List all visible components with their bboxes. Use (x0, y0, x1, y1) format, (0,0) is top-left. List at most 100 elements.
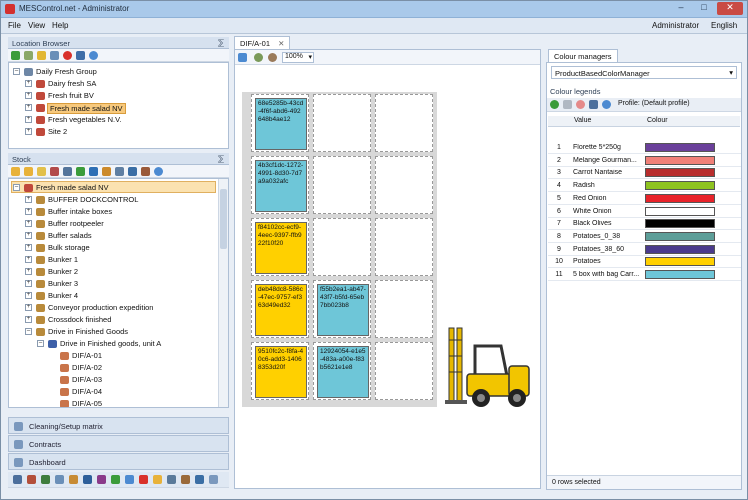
save-icon[interactable] (128, 167, 137, 176)
expand-icon[interactable]: + (25, 220, 32, 227)
tree-item[interactable]: + Bunker 2 (9, 266, 214, 278)
expand-icon[interactable]: + (25, 280, 32, 287)
expand-icon[interactable]: + (25, 80, 32, 87)
rack-slot[interactable] (375, 94, 433, 152)
expand-icon[interactable]: + (25, 92, 32, 99)
colour-swatch[interactable] (645, 219, 715, 229)
rack-slot[interactable]: 4b3cf1dc-1272-4991-8d30-7d7a9a032afc (251, 156, 309, 214)
accordion-dashboard[interactable]: Dashboard (8, 453, 229, 470)
maximize-button[interactable]: □ (694, 2, 714, 15)
tree-item[interactable]: DIF/A-03 (9, 374, 214, 386)
legend-row[interactable]: 9 Potatoes_38_60 (548, 244, 741, 256)
collapse-icon[interactable]: – (25, 328, 32, 335)
colour-swatch[interactable] (645, 143, 715, 152)
expand-icon[interactable]: + (25, 304, 32, 311)
scrollbar-thumb[interactable] (220, 189, 227, 249)
edit-icon[interactable] (24, 51, 33, 60)
tree-item[interactable]: + Buffer intake boxes (9, 206, 214, 218)
colour-swatch[interactable] (645, 168, 715, 178)
filter-icon[interactable] (89, 167, 98, 176)
tree-item[interactable]: – Drive in Finished Goods (9, 326, 214, 338)
legend-row[interactable]: 1 Florette 5*250g (548, 142, 741, 154)
rack-slot[interactable]: deb48dc8-586c-47ec-9757-ef363d49ed32 (251, 280, 309, 338)
language-menu[interactable]: English (711, 21, 737, 30)
menu-help[interactable]: Help (52, 21, 68, 30)
expand-icon[interactable]: + (25, 116, 32, 123)
expand-icon[interactable]: + (25, 244, 32, 251)
colour-swatch[interactable] (645, 270, 715, 279)
legend-row[interactable]: 3 Carrot Nantaise (548, 167, 741, 180)
copy-icon[interactable] (50, 51, 59, 60)
close-window-button[interactable]: ✕ (717, 2, 743, 15)
colour-swatch[interactable] (645, 244, 715, 254)
tree-item[interactable]: – Drive in Finished goods, unit A (9, 338, 214, 350)
shortcut-icon[interactable] (55, 475, 64, 484)
collapse-icon[interactable]: – (13, 68, 20, 75)
tree-item[interactable]: DIF/A-02 (9, 362, 214, 374)
tree-item[interactable]: + Buffer salads (9, 230, 214, 242)
pin-icon[interactable]: ⅀ (218, 38, 224, 47)
legend-row[interactable]: 11 5 box with bag Carr... (548, 269, 741, 281)
expand-icon[interactable]: + (25, 208, 32, 215)
accordion-cleaning-setup-matrix[interactable]: Cleaning/Setup matrix (8, 417, 229, 434)
pallet-card[interactable]: 68e5285b-43cd-4f6f-abd6-492648b4ae12 (255, 98, 307, 150)
shortcut-icon[interactable] (195, 475, 204, 484)
collapse-icon[interactable]: – (37, 340, 44, 347)
rack-slot[interactable]: f84102cc-ecf9-4eec-9397-ffb922f10f20 (251, 218, 309, 276)
rack-slot[interactable] (375, 218, 433, 276)
colour-manager-select[interactable]: ProductBasedColorManager ▾ (551, 66, 737, 79)
zoom-in-icon[interactable] (254, 53, 263, 62)
pallet-card[interactable]: f55b2ea1-ab47-43f7-b5fd-65eb7bb023b8 (317, 284, 369, 336)
menu-file[interactable]: File (8, 21, 21, 30)
refresh-icon[interactable] (154, 167, 163, 176)
move-icon[interactable] (63, 167, 72, 176)
refresh-icon[interactable] (602, 100, 611, 109)
shortcut-icon[interactable] (83, 475, 92, 484)
colour-swatch[interactable] (645, 206, 715, 216)
shortcut-icon[interactable] (125, 475, 134, 484)
colour-swatch[interactable] (645, 155, 715, 165)
delete-icon[interactable] (63, 51, 72, 60)
shortcut-icon[interactable] (139, 475, 148, 484)
tab-dif-a-01[interactable]: DIF/A-01 ✕ (234, 36, 291, 49)
legend-row[interactable]: 2 Melange Gourman... (548, 155, 741, 167)
pallet-icon[interactable] (50, 167, 59, 176)
pallet-card[interactable]: f84102cc-ecf9-4eec-9397-ffb922f10f20 (255, 222, 307, 274)
tree-item[interactable]: + Bunker 3 (9, 278, 214, 290)
rack-slot[interactable] (375, 280, 433, 338)
legend-row[interactable]: 5 Red Onion (548, 193, 741, 205)
box-icon[interactable] (102, 167, 111, 176)
tree-item[interactable]: + Bulk storage (9, 242, 214, 254)
tree-item[interactable]: DIF/A-01 (9, 350, 214, 362)
expand-icon[interactable]: + (25, 104, 32, 111)
shortcut-icon[interactable] (209, 475, 218, 484)
shortcut-icon[interactable] (13, 475, 22, 484)
shortcut-icon[interactable] (153, 475, 162, 484)
folder-add-icon[interactable] (37, 167, 46, 176)
rack-slot[interactable]: 9510fc2c-f8fa-40c6-add3-14068353d20f (251, 342, 309, 400)
accordion-contracts[interactable]: Contracts (8, 435, 229, 452)
tree-item[interactable]: + Bunker 1 (9, 254, 214, 266)
zoom-select[interactable]: 100% ▾ (282, 52, 314, 63)
legend-row[interactable]: 7 Black Olives (548, 218, 741, 231)
expand-icon[interactable]: + (25, 128, 32, 135)
pallet-card[interactable]: deb48dc8-586c-47ec-9757-ef363d49ed32 (255, 284, 307, 336)
rack-slot[interactable] (313, 218, 371, 276)
folder-icon[interactable] (11, 167, 20, 176)
tree-item[interactable]: DIF/A-05 (9, 398, 214, 407)
shortcut-icon[interactable] (181, 475, 190, 484)
legend-row[interactable]: 6 White Onion (548, 206, 741, 218)
add-icon[interactable] (76, 167, 85, 176)
tree-item[interactable]: DIF/A-04 (9, 386, 214, 398)
print-icon[interactable] (115, 167, 124, 176)
expand-icon[interactable]: + (25, 268, 32, 275)
user-menu[interactable]: Administrator (652, 21, 699, 30)
tree-item[interactable]: + BUFFER DOCKCONTROL (9, 194, 214, 206)
save-icon[interactable] (589, 100, 598, 109)
expand-icon[interactable]: + (25, 232, 32, 239)
colour-swatch[interactable] (645, 181, 715, 191)
pallet-card[interactable]: 9510fc2c-f8fa-40c6-add3-14068353d20f (255, 346, 307, 398)
rack-slot[interactable] (313, 156, 371, 214)
expand-icon[interactable]: + (25, 292, 32, 299)
tree-item[interactable]: – Fresh made salad NV (9, 182, 214, 194)
